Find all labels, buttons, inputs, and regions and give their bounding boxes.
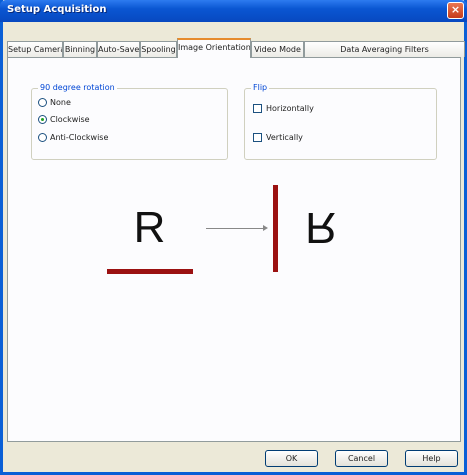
checkbox[interactable] xyxy=(253,132,262,142)
tab-setup-camera[interactable]: Setup Camera xyxy=(7,41,63,57)
rotation-group: 90 degree rotation None Clockwise Anti-C… xyxy=(31,83,228,160)
radio-clockwise-label: Clockwise xyxy=(50,114,90,124)
radio-clockwise[interactable]: Clockwise xyxy=(38,113,90,125)
checkbox-vertically[interactable]: Vertically xyxy=(253,131,303,143)
arrow-right-icon xyxy=(206,228,266,229)
tab-video-mode[interactable]: Video Mode xyxy=(251,41,304,57)
source-edge-marker xyxy=(107,269,193,274)
flip-group-title: Flip xyxy=(251,83,270,92)
tab-spooling[interactable]: Spooling xyxy=(140,41,177,57)
checkbox-horizontally-label: Horizontally xyxy=(266,103,314,113)
result-letter-rotated: R xyxy=(281,185,361,270)
flip-group: Flip Horizontally Vertically xyxy=(244,83,437,160)
ok-button[interactable]: OK xyxy=(265,450,318,467)
close-button[interactable]: × xyxy=(447,2,464,19)
tab-auto-save[interactable]: Auto-Save xyxy=(97,41,140,57)
title-bar[interactable]: Setup Acquisition × xyxy=(0,0,467,22)
radio-button-selected[interactable] xyxy=(38,114,47,124)
close-icon: × xyxy=(450,3,461,16)
result-letter: R xyxy=(305,203,337,252)
image-orientation-panel: 90 degree rotation None Clockwise Anti-C… xyxy=(7,57,461,442)
help-button[interactable]: Help xyxy=(405,450,458,467)
radio-anti-clockwise-label: Anti-Clockwise xyxy=(50,132,109,142)
tab-binning[interactable]: Binning xyxy=(63,41,97,57)
radio-none-label: None xyxy=(50,97,71,107)
checkbox-vertically-label: Vertically xyxy=(266,132,303,142)
rotation-group-title: 90 degree rotation xyxy=(38,83,117,92)
orientation-preview-diagram: R R xyxy=(103,185,373,280)
result-edge-marker xyxy=(273,185,278,272)
checkbox-horizontally[interactable]: Horizontally xyxy=(253,102,314,114)
radio-button[interactable] xyxy=(38,132,47,142)
source-letter: R xyxy=(133,203,166,252)
cancel-button[interactable]: Cancel xyxy=(335,450,388,467)
checkbox[interactable] xyxy=(253,103,262,113)
tab-data-averaging-filters[interactable]: Data Averaging Filters xyxy=(304,41,465,57)
radio-anti-clockwise[interactable]: Anti-Clockwise xyxy=(38,131,108,143)
setup-acquisition-window: Setup Acquisition × Setup Camera Binning… xyxy=(0,0,467,475)
radio-none[interactable]: None xyxy=(38,96,71,108)
tab-strip: Setup Camera Binning Auto-Save Spooling … xyxy=(7,38,465,58)
window-title: Setup Acquisition xyxy=(7,4,107,15)
tab-image-orientation[interactable]: Image Orientation xyxy=(177,38,251,58)
radio-button[interactable] xyxy=(38,97,47,107)
arrow-head-icon xyxy=(263,225,268,231)
